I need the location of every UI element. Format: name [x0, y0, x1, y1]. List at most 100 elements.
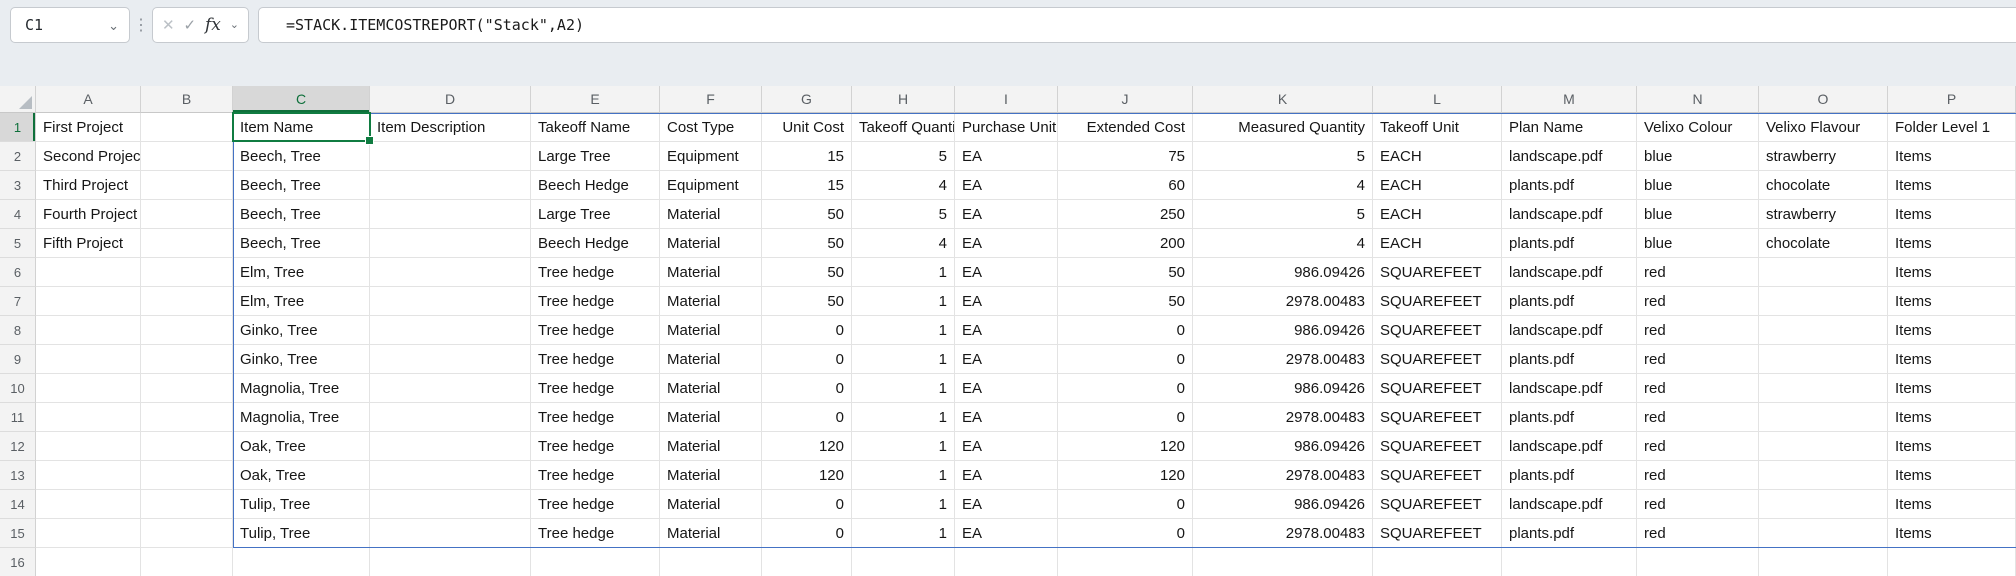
cell-J12[interactable]: 120: [1058, 432, 1193, 461]
cell-L7[interactable]: SQUAREFEET: [1373, 287, 1502, 316]
row-header-2[interactable]: 2: [0, 142, 36, 171]
row-header-8[interactable]: 8: [0, 316, 36, 345]
cell-L10[interactable]: SQUAREFEET: [1373, 374, 1502, 403]
cell-G16[interactable]: [762, 548, 852, 576]
cell-E14[interactable]: Tree hedge: [531, 490, 660, 519]
cell-F3[interactable]: Equipment: [660, 171, 762, 200]
cell-O1[interactable]: Velixo Flavour: [1759, 113, 1888, 142]
cell-L16[interactable]: [1373, 548, 1502, 576]
cell-O4[interactable]: strawberry: [1759, 200, 1888, 229]
cell-F1[interactable]: Cost Type: [660, 113, 762, 142]
cell-E16[interactable]: [531, 548, 660, 576]
cell-N7[interactable]: red: [1637, 287, 1759, 316]
cell-C3[interactable]: Beech, Tree: [233, 171, 370, 200]
cell-K9[interactable]: 2978.00483: [1193, 345, 1373, 374]
column-header-H[interactable]: H: [852, 86, 955, 113]
cell-D7[interactable]: [370, 287, 531, 316]
cell-D4[interactable]: [370, 200, 531, 229]
cell-C9[interactable]: Ginko, Tree: [233, 345, 370, 374]
cell-N3[interactable]: blue: [1637, 171, 1759, 200]
cell-B8[interactable]: [141, 316, 233, 345]
cell-G5[interactable]: 50: [762, 229, 852, 258]
cell-N13[interactable]: red: [1637, 461, 1759, 490]
cell-G2[interactable]: 15: [762, 142, 852, 171]
cell-F7[interactable]: Material: [660, 287, 762, 316]
cell-B7[interactable]: [141, 287, 233, 316]
cell-G10[interactable]: 0: [762, 374, 852, 403]
cell-G3[interactable]: 15: [762, 171, 852, 200]
cell-A13[interactable]: [36, 461, 141, 490]
cell-E5[interactable]: Beech Hedge: [531, 229, 660, 258]
cell-J4[interactable]: 250: [1058, 200, 1193, 229]
cell-F13[interactable]: Material: [660, 461, 762, 490]
row-header-7[interactable]: 7: [0, 287, 36, 316]
cell-M10[interactable]: landscape.pdf: [1502, 374, 1637, 403]
cell-M15[interactable]: plants.pdf: [1502, 519, 1637, 548]
cell-P16[interactable]: [1888, 548, 2016, 576]
cell-H3[interactable]: 4: [852, 171, 955, 200]
cell-L13[interactable]: SQUAREFEET: [1373, 461, 1502, 490]
cell-M11[interactable]: plants.pdf: [1502, 403, 1637, 432]
cell-J11[interactable]: 0: [1058, 403, 1193, 432]
cell-O3[interactable]: chocolate: [1759, 171, 1888, 200]
cell-B6[interactable]: [141, 258, 233, 287]
cell-D15[interactable]: [370, 519, 531, 548]
cell-K3[interactable]: 4: [1193, 171, 1373, 200]
cell-K14[interactable]: 986.09426: [1193, 490, 1373, 519]
cell-M1[interactable]: Plan Name: [1502, 113, 1637, 142]
name-box[interactable]: C1 ⌄: [10, 7, 130, 43]
column-header-A[interactable]: A: [36, 86, 141, 113]
fill-handle[interactable]: [365, 136, 374, 145]
row-header-14[interactable]: 14: [0, 490, 36, 519]
cell-I4[interactable]: EA: [955, 200, 1058, 229]
cell-J3[interactable]: 60: [1058, 171, 1193, 200]
cell-M3[interactable]: plants.pdf: [1502, 171, 1637, 200]
cell-G4[interactable]: 50: [762, 200, 852, 229]
cell-F2[interactable]: Equipment: [660, 142, 762, 171]
cell-H1[interactable]: Takeoff Quantity: [852, 113, 955, 142]
cell-D6[interactable]: [370, 258, 531, 287]
cell-F16[interactable]: [660, 548, 762, 576]
formula-input[interactable]: =STACK.ITEMCOSTREPORT("Stack",A2): [258, 7, 2016, 43]
cell-J7[interactable]: 50: [1058, 287, 1193, 316]
cell-J14[interactable]: 0: [1058, 490, 1193, 519]
cell-L1[interactable]: Takeoff Unit: [1373, 113, 1502, 142]
cell-L9[interactable]: SQUAREFEET: [1373, 345, 1502, 374]
cell-G15[interactable]: 0: [762, 519, 852, 548]
cell-B4[interactable]: [141, 200, 233, 229]
cell-P2[interactable]: Items: [1888, 142, 2016, 171]
cell-H15[interactable]: 1: [852, 519, 955, 548]
cell-L14[interactable]: SQUAREFEET: [1373, 490, 1502, 519]
cell-I8[interactable]: EA: [955, 316, 1058, 345]
cell-O12[interactable]: [1759, 432, 1888, 461]
cell-N12[interactable]: red: [1637, 432, 1759, 461]
cell-K2[interactable]: 5: [1193, 142, 1373, 171]
cell-B2[interactable]: [141, 142, 233, 171]
cell-C14[interactable]: Tulip, Tree: [233, 490, 370, 519]
cell-I2[interactable]: EA: [955, 142, 1058, 171]
cell-A3[interactable]: Third Project: [36, 171, 141, 200]
cell-M2[interactable]: landscape.pdf: [1502, 142, 1637, 171]
cell-P7[interactable]: Items: [1888, 287, 2016, 316]
cell-K16[interactable]: [1193, 548, 1373, 576]
cell-K11[interactable]: 2978.00483: [1193, 403, 1373, 432]
cell-K1[interactable]: Measured Quantity: [1193, 113, 1373, 142]
cell-L3[interactable]: EACH: [1373, 171, 1502, 200]
cell-O16[interactable]: [1759, 548, 1888, 576]
cell-I13[interactable]: EA: [955, 461, 1058, 490]
cell-D16[interactable]: [370, 548, 531, 576]
cell-H16[interactable]: [852, 548, 955, 576]
cell-G6[interactable]: 50: [762, 258, 852, 287]
cell-K7[interactable]: 2978.00483: [1193, 287, 1373, 316]
cell-C15[interactable]: Tulip, Tree: [233, 519, 370, 548]
cell-E13[interactable]: Tree hedge: [531, 461, 660, 490]
cell-G1[interactable]: Unit Cost: [762, 113, 852, 142]
select-all-corner[interactable]: [0, 86, 36, 113]
cell-O8[interactable]: [1759, 316, 1888, 345]
cell-B15[interactable]: [141, 519, 233, 548]
cell-I1[interactable]: Purchase Unit: [955, 113, 1058, 142]
row-header-1[interactable]: 1: [0, 113, 36, 142]
cell-I5[interactable]: EA: [955, 229, 1058, 258]
cell-I10[interactable]: EA: [955, 374, 1058, 403]
cell-B12[interactable]: [141, 432, 233, 461]
